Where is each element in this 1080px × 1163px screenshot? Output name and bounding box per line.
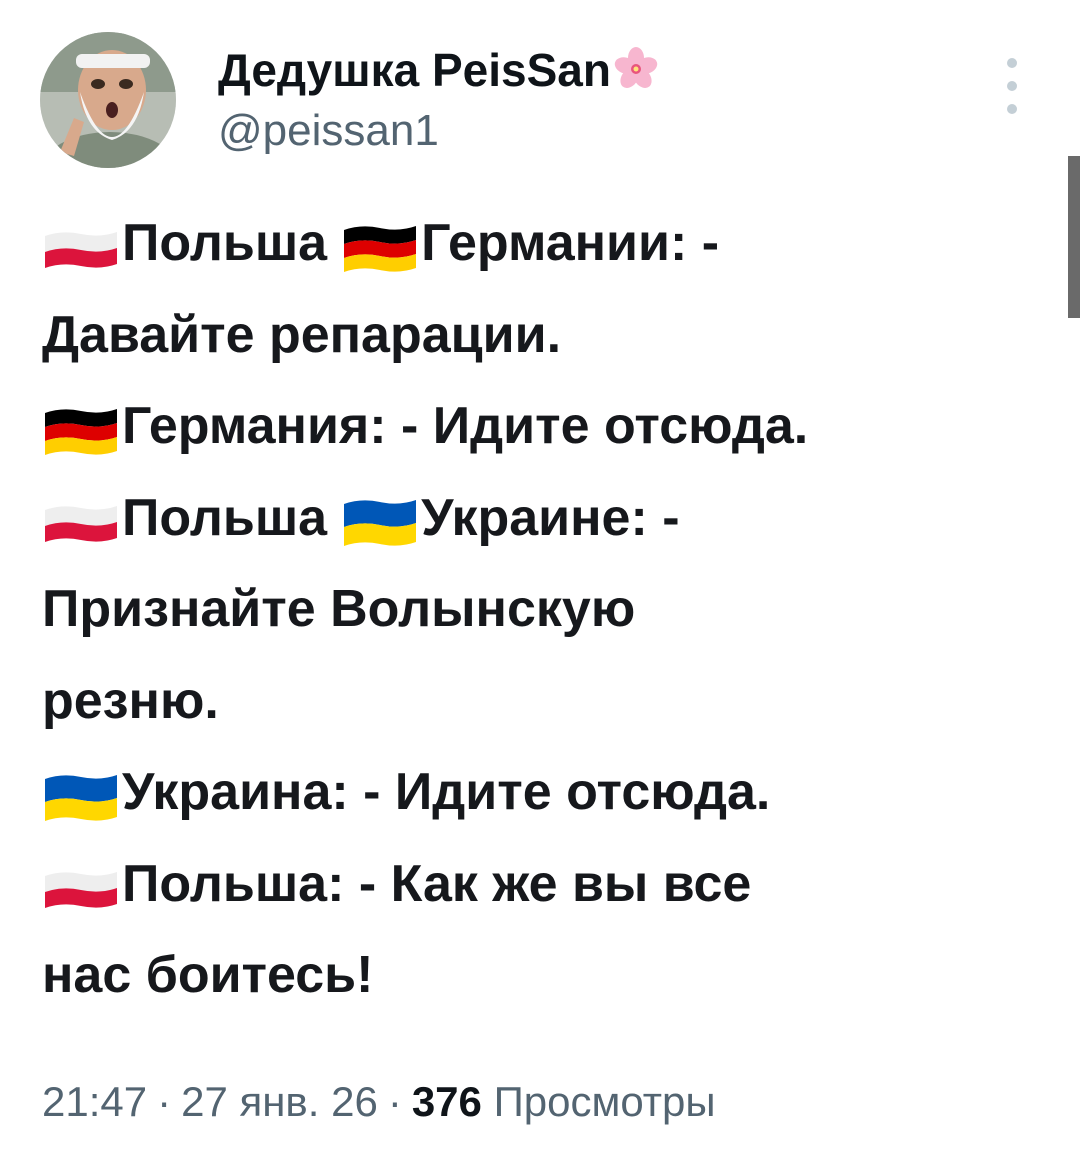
ukraine-flag-icon (42, 769, 120, 825)
tweet-line: Признайте Волынскую (42, 564, 1052, 656)
tweet-line-text: Польша (122, 488, 328, 547)
tweet-line-text: резню. (42, 671, 219, 730)
tweet-time[interactable]: 21:47 (42, 1078, 147, 1125)
tweet-line-text: Давайте репарации. (42, 305, 562, 364)
germany-flag-icon (42, 403, 120, 459)
views-label: Просмотры (493, 1078, 716, 1125)
avatar-image (40, 32, 176, 168)
more-dot-icon (1007, 81, 1017, 91)
scrollbar-thumb[interactable] (1068, 156, 1080, 318)
meta-separator: · (157, 1078, 172, 1125)
more-dot-icon (1007, 104, 1017, 114)
ukraine-flag-icon (341, 494, 419, 550)
poland-flag-icon (42, 860, 120, 916)
poland-flag-icon (42, 494, 120, 550)
tweet-line: Украина: - Идите отсюда. (42, 747, 1052, 839)
poland-flag-icon (42, 220, 120, 276)
tweet-metadata: 21:47 · 27 янв. 26 · 376 Просмотры (42, 1072, 716, 1132)
tweet-line: Польша: - Как же вы все (42, 839, 1052, 931)
tweet-line-text: Украине: - (421, 488, 680, 547)
more-dot-icon (1007, 58, 1017, 68)
cherry-blossom-icon (614, 47, 658, 88)
tweet-line-text: Польша: - Как же вы все (122, 854, 752, 913)
germany-flag-icon (341, 220, 419, 276)
tweet-line-text: Германии: - (421, 214, 720, 272)
tweet-line: резню. (42, 656, 1052, 748)
tweet-line-text: Украина: - Идите отсюда. (122, 763, 771, 821)
meta-separator: · (387, 1078, 402, 1125)
tweet-card: Дедушка PeisSan @peissan1 Польша Германи… (0, 0, 1080, 1163)
views-count[interactable]: 376 (412, 1078, 482, 1125)
tweet-line-text: нас боитесь! (42, 946, 374, 1004)
tweet-line-text: Признайте Волынскую (42, 580, 636, 638)
more-options-button[interactable] (996, 58, 1028, 114)
avatar[interactable] (40, 32, 176, 168)
author-name-text: Дедушка PeisSan (218, 44, 611, 96)
tweet-line-text: Германия: - Идите отсюда. (122, 397, 809, 455)
tweet-line: Польша Украине: - (42, 473, 1052, 565)
tweet-line-text: Польша (122, 214, 328, 272)
tweet-date[interactable]: 27 янв. 26 (181, 1078, 378, 1125)
author-handle[interactable]: @peissan1 (218, 104, 439, 158)
tweet-line: Польша Германии: - (42, 198, 1052, 290)
tweet-line: нас боитесь! (42, 930, 1052, 1022)
tweet-line: Германия: - Идите отсюда. (42, 381, 1052, 473)
tweet-text: Польша Германии: - Давайте репарации. Ге… (42, 198, 1052, 1022)
author-display-name[interactable]: Дедушка PeisSan (218, 42, 659, 98)
tweet-line: Давайте репарации. (42, 290, 1052, 382)
